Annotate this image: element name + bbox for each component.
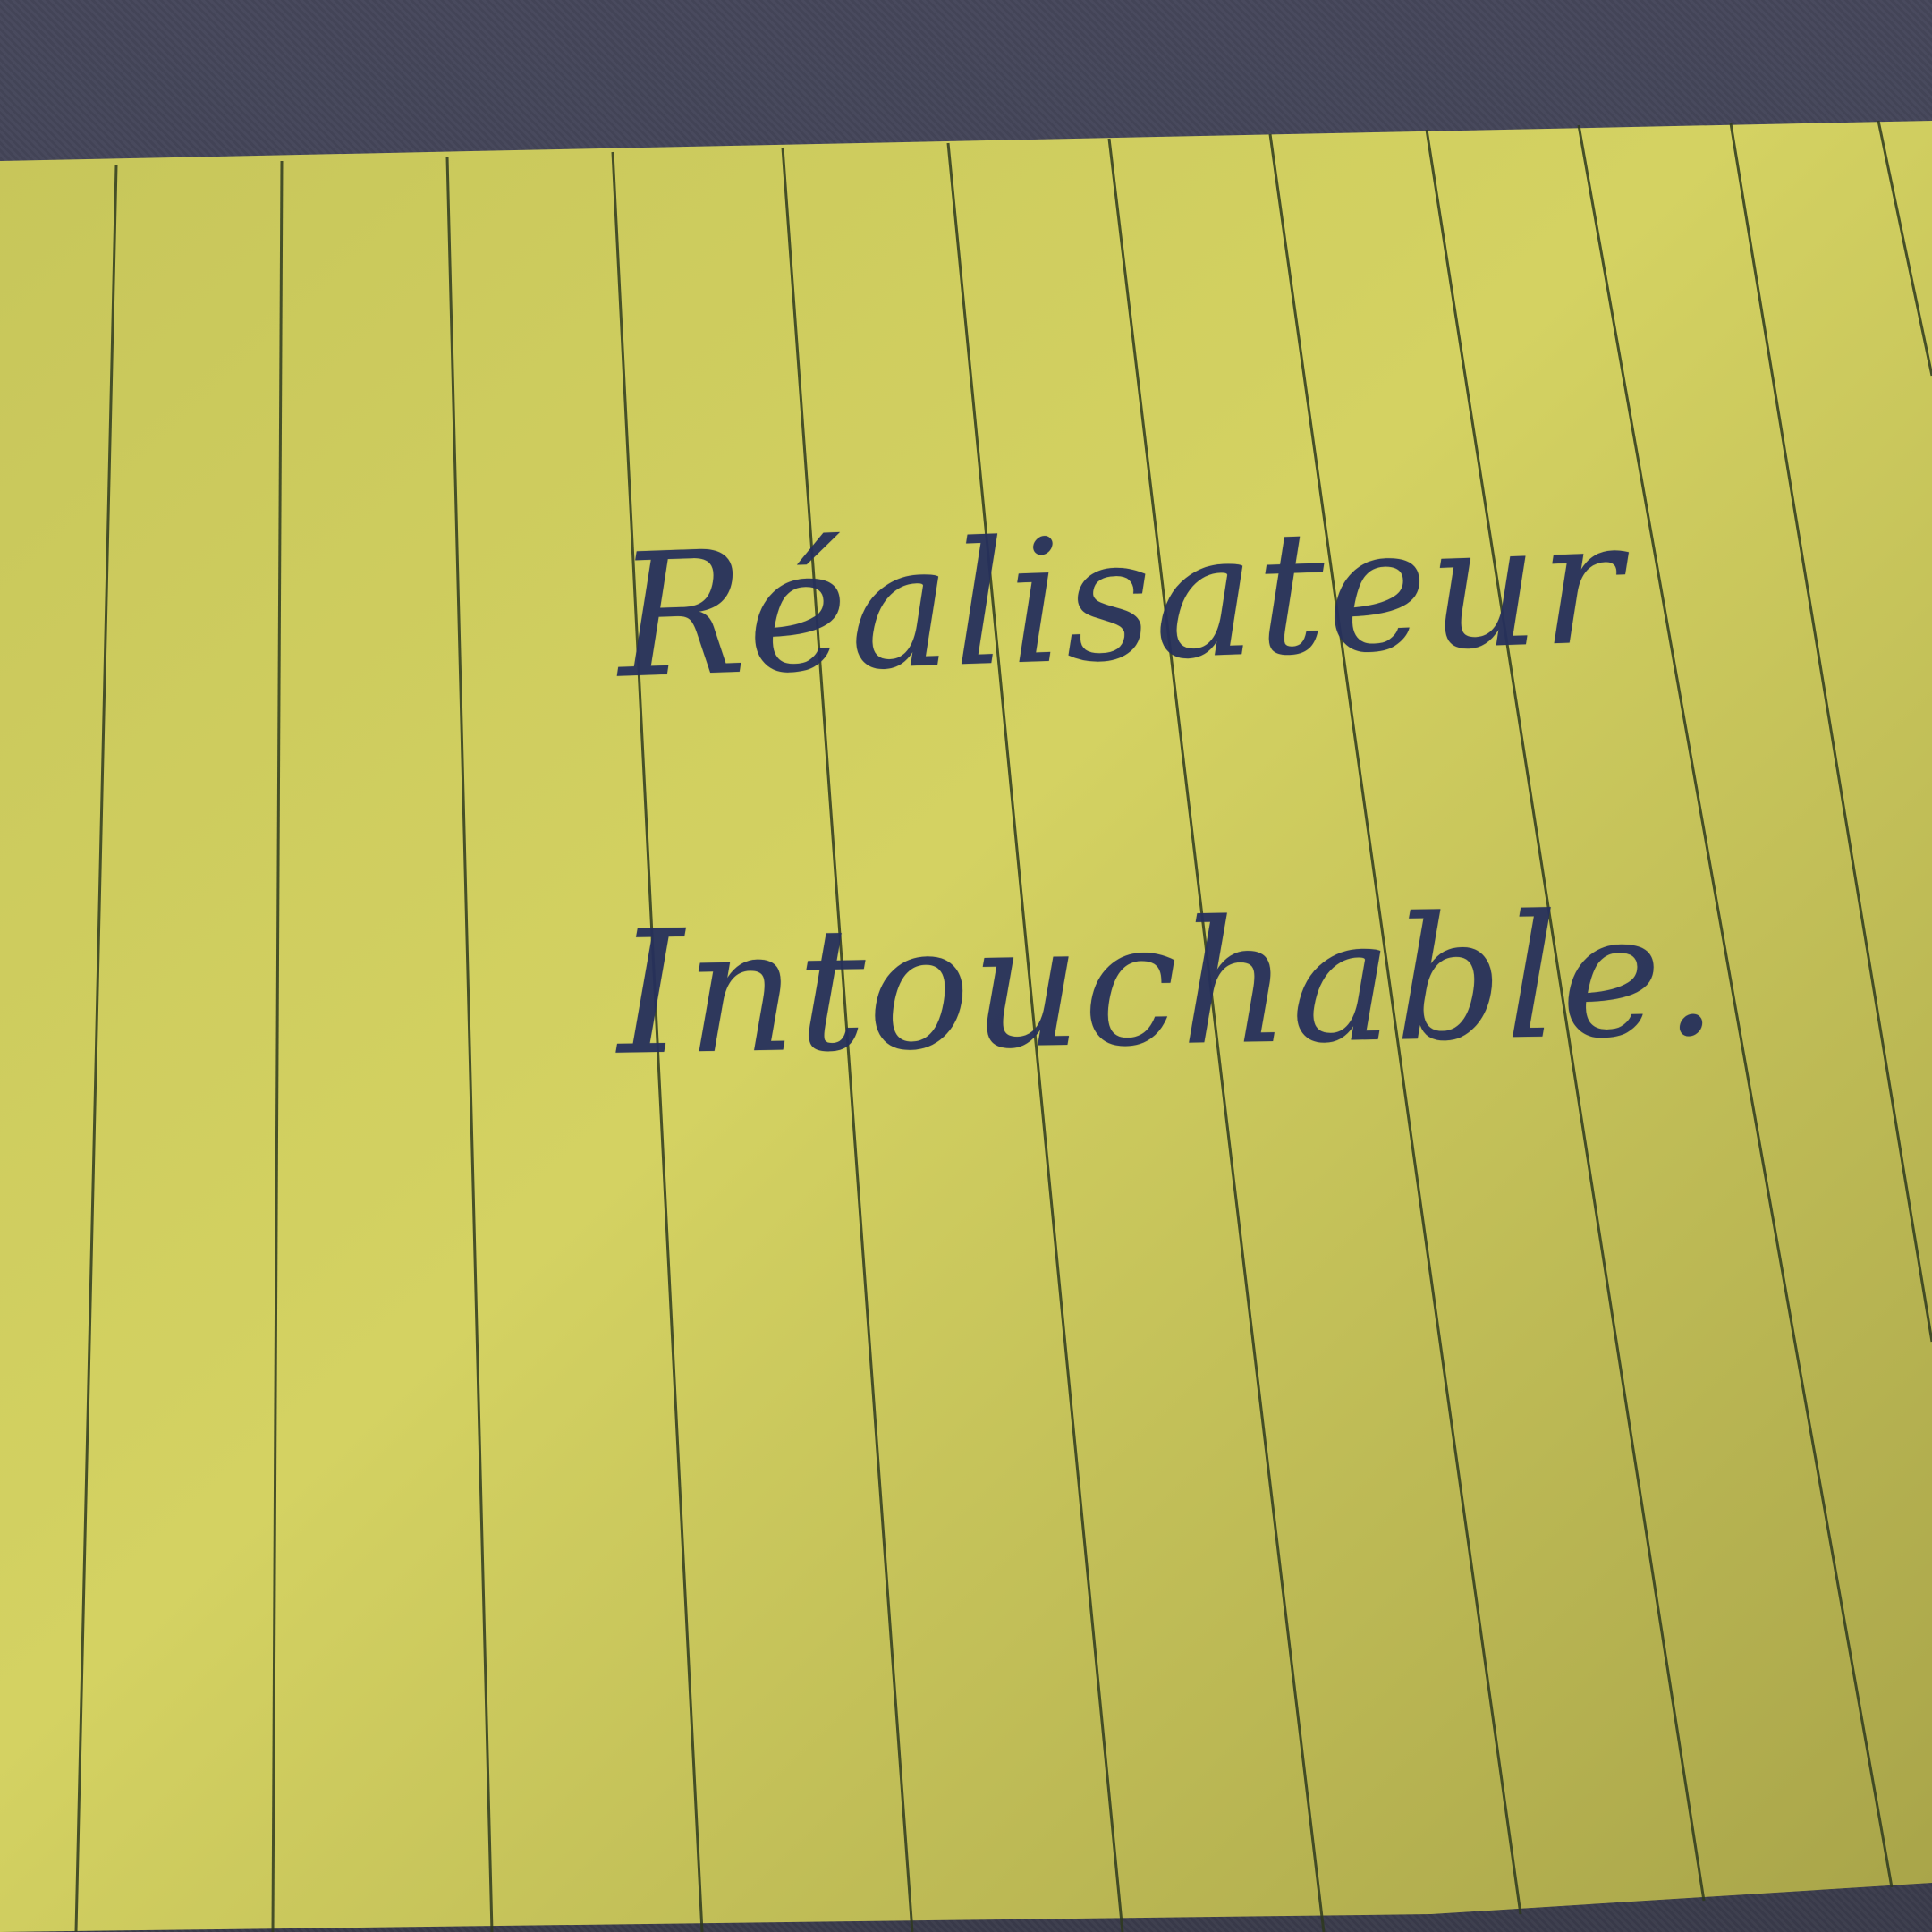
handwritten-note: Réalisateur Intouchable.	[0, 0, 1932, 1932]
handwriting-line-2: Intouchable.	[615, 876, 1721, 1093]
handwriting-line-1: Réalisateur	[614, 483, 1627, 716]
